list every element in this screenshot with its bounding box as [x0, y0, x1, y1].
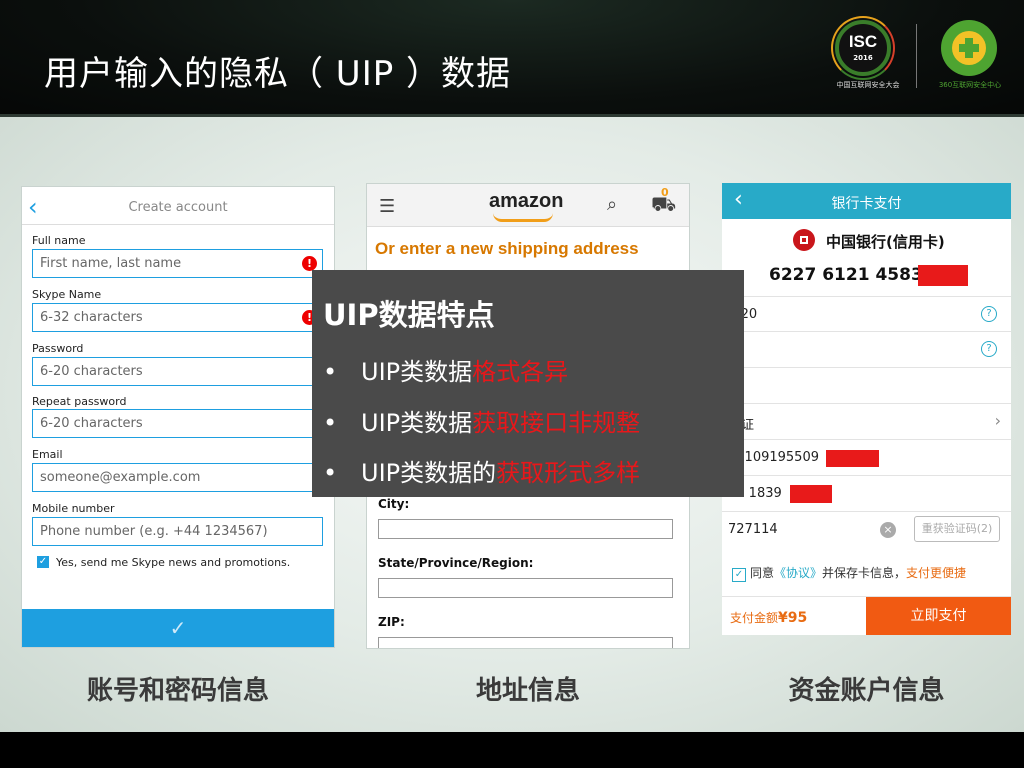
agree-checkbox[interactable]: ✓ — [732, 568, 746, 582]
isc-logo: ISC 2016 — [835, 20, 891, 76]
menu-icon[interactable]: ☰ — [379, 196, 395, 217]
card-number: 6227 6121 4583 — [769, 265, 923, 285]
check-icon: ✓ — [169, 616, 187, 640]
feature-highlight: 格式各异 — [472, 358, 569, 386]
payment-title: 银行卡支付 — [831, 196, 902, 212]
feature-item: • UIP类数据获取接口非规整 — [323, 403, 640, 438]
bank-name: 中国银行(信用卡) — [826, 233, 945, 251]
isc-logo-text: ISC — [848, 32, 878, 51]
agree-mid: 并保存卡信息， — [822, 566, 907, 580]
amazon-topbar: ☰ amazon ⌕ ⛟ 0 — [367, 184, 689, 227]
payment-amount: 支付金额¥95 — [730, 609, 807, 626]
bullet: • — [323, 409, 338, 437]
feature-item: • UIP类数据的获取形式多样 — [323, 453, 640, 488]
id-type-row[interactable]: 份证 › — [722, 403, 1011, 439]
panel-heading: UIP数据特点 — [323, 298, 495, 332]
zip-label: ZIP: — [378, 615, 405, 629]
mobile-label: Mobile number — [32, 502, 115, 515]
redaction-mark — [918, 265, 968, 286]
caption-account-info: 账号和密码信息 — [86, 676, 269, 706]
360-logo-caption: 360互联网安全中心 — [938, 81, 1002, 89]
feature-highlight: 获取形式多样 — [496, 459, 641, 487]
bank-card-payment-screen: ‹ 银行卡支付 中国银行(信用卡) 6227 6121 4583 3/20 ? … — [722, 183, 1011, 635]
email-label: Email — [32, 448, 63, 461]
verification-code-value[interactable]: 727114 — [728, 522, 778, 537]
repeat-password-label: Repeat password — [32, 395, 127, 408]
help-icon[interactable]: ? — [981, 341, 997, 357]
amazon-smile-icon — [493, 213, 553, 222]
feature-prefix: UIP类数据 — [361, 358, 473, 386]
redaction-mark — [790, 485, 832, 503]
clear-icon[interactable]: × — [880, 522, 896, 538]
payment-topbar: ‹ 银行卡支付 — [722, 183, 1011, 219]
amount-value: ¥95 — [778, 610, 808, 626]
pay-now-button[interactable]: 立即支付 — [866, 597, 1011, 635]
zip-input[interactable] — [378, 637, 673, 648]
mobile-input[interactable]: Phone number (e.g. +44 1234567) — [32, 517, 323, 546]
error-icon: ! — [302, 256, 317, 271]
feature-highlight: 获取接口非规整 — [472, 409, 641, 437]
feature-item: • UIP类数据格式各异 — [323, 352, 568, 387]
verification-code-row: 727114 × 重获验证码(2) — [722, 511, 1011, 547]
name-row[interactable]: ob — [722, 367, 1011, 403]
bullet: • — [323, 358, 338, 386]
pay-bar: 支付金额¥95 立即支付 — [722, 596, 1011, 635]
isc-logo-year: 2016 — [853, 54, 873, 62]
screen-header: Create account — [128, 200, 228, 215]
uip-features-panel: UIP数据特点 • UIP类数据格式各异 • UIP类数据获取接口非规整 • UIP类… — [312, 270, 744, 497]
feature-prefix: UIP类数据 — [361, 409, 473, 437]
feature-prefix: UIP类数据的 — [361, 459, 497, 487]
expiry-row[interactable]: 3/20 ? — [722, 296, 1011, 332]
cart-count: 0 — [661, 186, 669, 199]
skype-name-input[interactable]: 6-32 characters — [32, 303, 323, 332]
id-number-row[interactable]: 10109195509 — [722, 439, 1011, 475]
agree-prefix: 同意 — [750, 566, 775, 580]
state-input[interactable] — [378, 578, 673, 598]
slide-footer — [0, 732, 1024, 768]
search-icon[interactable]: ⌕ — [607, 194, 617, 215]
submit-button[interactable]: ✓ — [22, 609, 334, 647]
agreement-line: ✓ 同意《协议》并保存卡信息，支付更便捷 — [732, 564, 966, 582]
help-icon[interactable]: ? — [981, 306, 997, 322]
email-input[interactable]: someone@example.com — [32, 463, 323, 492]
slide-header: 用户输入的隐私（ UIP ）数据 ISC 2016 中国互联网安全大会 360互… — [0, 0, 1024, 117]
promotions-checkbox[interactable]: ✓ — [37, 556, 49, 568]
caption-finance-info: 资金账户信息 — [788, 676, 945, 706]
shipping-heading: Or enter a new shipping address — [375, 239, 639, 258]
cvv-row[interactable]: 59 ? — [722, 331, 1011, 367]
skype-create-account-screen: ‹ Create account Full name First name, l… — [21, 186, 335, 648]
repeat-password-input[interactable]: 6-20 characters — [32, 409, 323, 438]
city-input[interactable] — [378, 519, 673, 539]
agreement-link[interactable]: 《协议》 — [774, 566, 822, 580]
bullet: • — [323, 459, 338, 487]
skype-name-label: Skype Name — [32, 288, 102, 301]
360-logo-icon — [941, 20, 997, 76]
redaction-mark — [826, 450, 879, 467]
password-label: Password — [32, 342, 84, 355]
chevron-right-icon: › — [994, 411, 1001, 430]
state-label: State/Province/Region: — [378, 556, 534, 570]
phone-row[interactable]: 38 1839 — [722, 475, 1011, 511]
logo-divider — [916, 24, 917, 88]
full-name-input[interactable]: First name, last name — [32, 249, 323, 278]
resend-code-button[interactable]: 重获验证码(2) — [914, 516, 1000, 542]
password-input[interactable]: 6-20 characters — [32, 357, 323, 386]
divider — [22, 224, 334, 225]
bank-of-china-icon — [793, 229, 815, 251]
amazon-logo: amazon — [489, 190, 564, 212]
caption-address-info: 地址信息 — [475, 676, 580, 706]
cart-icon[interactable]: ⛟ 0 — [651, 186, 676, 219]
promotions-checkbox-label: Yes, send me Skype news and promotions. — [56, 556, 291, 569]
amount-label: 支付金额 — [730, 611, 779, 625]
city-label: City: — [378, 497, 410, 511]
slide-title: 用户输入的隐私（ UIP ）数据 — [44, 54, 512, 94]
full-name-label: Full name — [32, 234, 86, 247]
agree-highlight: 支付更便捷 — [906, 566, 967, 580]
isc-logo-caption: 中国互联网安全大会 — [836, 81, 900, 89]
